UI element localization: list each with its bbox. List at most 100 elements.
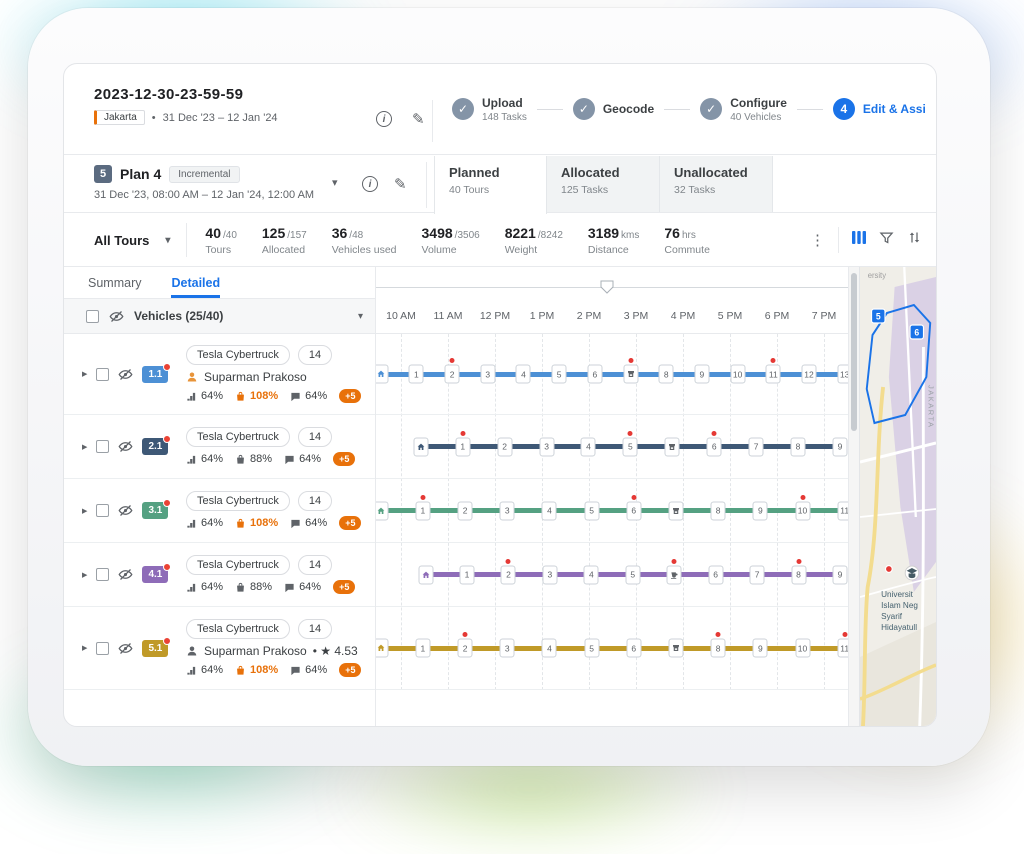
stop-8[interactable]: 8 bbox=[791, 565, 806, 584]
more-badge[interactable]: +5 bbox=[333, 580, 355, 594]
stop-5[interactable]: 5 bbox=[584, 501, 599, 520]
stop-9[interactable]: 9 bbox=[694, 365, 709, 384]
tab-unallocated[interactable]: Unallocated32 Tasks bbox=[660, 156, 773, 212]
store-stop[interactable] bbox=[668, 639, 683, 658]
plan-dropdown-caret[interactable]: ▾ bbox=[332, 176, 338, 189]
stop-3[interactable]: 3 bbox=[480, 365, 495, 384]
vehicle-chip[interactable]: Tesla Cybertruck bbox=[186, 491, 290, 511]
stop-9[interactable]: 9 bbox=[753, 639, 768, 658]
stop-10[interactable]: 10 bbox=[795, 501, 810, 520]
expand-caret[interactable]: ▶ bbox=[82, 571, 87, 579]
filter-icon[interactable] bbox=[879, 230, 894, 250]
stop-2[interactable]: 2 bbox=[458, 639, 473, 658]
stop-6[interactable]: 6 bbox=[626, 501, 641, 520]
stop-3[interactable]: 3 bbox=[539, 437, 554, 456]
row-checkbox[interactable] bbox=[96, 368, 109, 381]
stop-9[interactable]: 9 bbox=[753, 501, 768, 520]
stop-5[interactable]: 5 bbox=[625, 565, 640, 584]
stop-4[interactable]: 4 bbox=[581, 437, 596, 456]
tab-summary[interactable]: Summary bbox=[88, 267, 141, 298]
stop-10[interactable]: 10 bbox=[795, 639, 810, 658]
stop-1[interactable]: 1 bbox=[415, 639, 430, 658]
stop-1[interactable]: 1 bbox=[415, 501, 430, 520]
map-university-marker[interactable] bbox=[905, 566, 918, 580]
slider-handle[interactable] bbox=[600, 280, 614, 299]
map-panel[interactable]: 5 6 ersity JAKARTA Universit I bbox=[860, 267, 936, 727]
expand-caret[interactable]: ▶ bbox=[82, 644, 87, 652]
stop-2[interactable]: 2 bbox=[458, 501, 473, 520]
chevron-down-icon[interactable]: ▾ bbox=[358, 311, 363, 322]
expand-caret[interactable]: ▶ bbox=[82, 443, 87, 451]
more-badge[interactable]: +5 bbox=[339, 516, 361, 530]
stop-11[interactable]: 11 bbox=[837, 639, 849, 658]
vehicle-chip[interactable]: Tesla Cybertruck bbox=[186, 619, 290, 639]
stop-9[interactable]: 9 bbox=[832, 565, 847, 584]
stop-1[interactable]: 1 bbox=[409, 365, 424, 384]
expand-caret[interactable]: ▶ bbox=[82, 370, 87, 378]
edit-note-icon[interactable]: ✎ bbox=[412, 110, 425, 128]
stop-8[interactable]: 8 bbox=[711, 501, 726, 520]
row-checkbox[interactable] bbox=[96, 440, 109, 453]
cafe-stop[interactable] bbox=[667, 565, 682, 584]
home-stop[interactable] bbox=[376, 639, 388, 658]
stop-2[interactable]: 2 bbox=[497, 437, 512, 456]
store-stop[interactable] bbox=[668, 501, 683, 520]
stop-2[interactable]: 2 bbox=[501, 565, 516, 584]
info-icon[interactable]: i bbox=[376, 111, 392, 127]
stop-3[interactable]: 3 bbox=[500, 501, 515, 520]
tour-badge[interactable]: 4.1 bbox=[142, 566, 168, 583]
vehicle-chip[interactable]: Tesla Cybertruck bbox=[186, 345, 290, 365]
visibility-off-icon[interactable] bbox=[118, 567, 133, 582]
more-menu-icon[interactable]: ⋮ bbox=[810, 231, 825, 249]
tour-badge[interactable]: 3.1 bbox=[142, 502, 168, 519]
visibility-off-icon[interactable] bbox=[118, 367, 133, 382]
stop-1[interactable]: 1 bbox=[460, 565, 475, 584]
stop-5[interactable]: 5 bbox=[552, 365, 567, 384]
tab-detailed[interactable]: Detailed bbox=[171, 267, 220, 298]
scrollbar-thumb[interactable] bbox=[851, 273, 857, 431]
more-badge[interactable]: +5 bbox=[339, 389, 361, 403]
stop-6[interactable]: 6 bbox=[707, 437, 722, 456]
stop-7[interactable]: 7 bbox=[749, 437, 764, 456]
stop-4[interactable]: 4 bbox=[516, 365, 531, 384]
step-upload[interactable]: ✓Upload148 Tasks bbox=[452, 96, 527, 123]
task-count-chip[interactable]: 14 bbox=[298, 619, 332, 639]
tab-allocated[interactable]: Allocated125 Tasks bbox=[547, 156, 660, 212]
stop-4[interactable]: 4 bbox=[542, 639, 557, 658]
map-poi-dot[interactable] bbox=[885, 566, 892, 573]
visibility-off-icon[interactable] bbox=[118, 503, 133, 518]
row-checkbox[interactable] bbox=[96, 568, 109, 581]
tour-badge[interactable]: 2.1 bbox=[142, 438, 168, 455]
store-stop[interactable] bbox=[665, 437, 680, 456]
plan-info-icon[interactable]: i bbox=[362, 176, 378, 192]
home-stop[interactable] bbox=[413, 437, 428, 456]
task-count-chip[interactable]: 14 bbox=[298, 345, 332, 365]
task-count-chip[interactable]: 14 bbox=[298, 491, 332, 511]
stop-8[interactable]: 8 bbox=[791, 437, 806, 456]
stop-7[interactable]: 7 bbox=[750, 565, 765, 584]
stop-12[interactable]: 12 bbox=[802, 365, 817, 384]
stop-5[interactable]: 5 bbox=[584, 639, 599, 658]
select-all-checkbox[interactable] bbox=[86, 310, 99, 323]
home-stop[interactable] bbox=[376, 501, 388, 520]
vehicle-chip[interactable]: Tesla Cybertruck bbox=[186, 427, 290, 447]
stop-9[interactable]: 9 bbox=[832, 437, 847, 456]
stop-6[interactable]: 6 bbox=[587, 365, 602, 384]
tour-bar[interactable] bbox=[381, 646, 845, 651]
step-edit-assi[interactable]: 4Edit & Assi bbox=[833, 98, 926, 120]
tab-planned[interactable]: Planned40 Tours bbox=[434, 156, 547, 214]
row-checkbox[interactable] bbox=[96, 642, 109, 655]
stop-4[interactable]: 4 bbox=[542, 501, 557, 520]
tour-badge[interactable]: 1.1 bbox=[142, 366, 168, 383]
vehicle-chip[interactable]: Tesla Cybertruck bbox=[186, 555, 290, 575]
columns-icon[interactable] bbox=[852, 231, 866, 249]
map-marker-6[interactable]: 6 bbox=[910, 325, 923, 339]
row-checkbox[interactable] bbox=[96, 504, 109, 517]
stop-6[interactable]: 6 bbox=[708, 565, 723, 584]
task-count-chip[interactable]: 14 bbox=[298, 555, 332, 575]
tour-bar[interactable] bbox=[381, 508, 845, 513]
stop-11[interactable]: 11 bbox=[837, 501, 849, 520]
sort-icon[interactable] bbox=[907, 230, 922, 250]
stop-4[interactable]: 4 bbox=[584, 565, 599, 584]
stop-11[interactable]: 11 bbox=[766, 365, 781, 384]
